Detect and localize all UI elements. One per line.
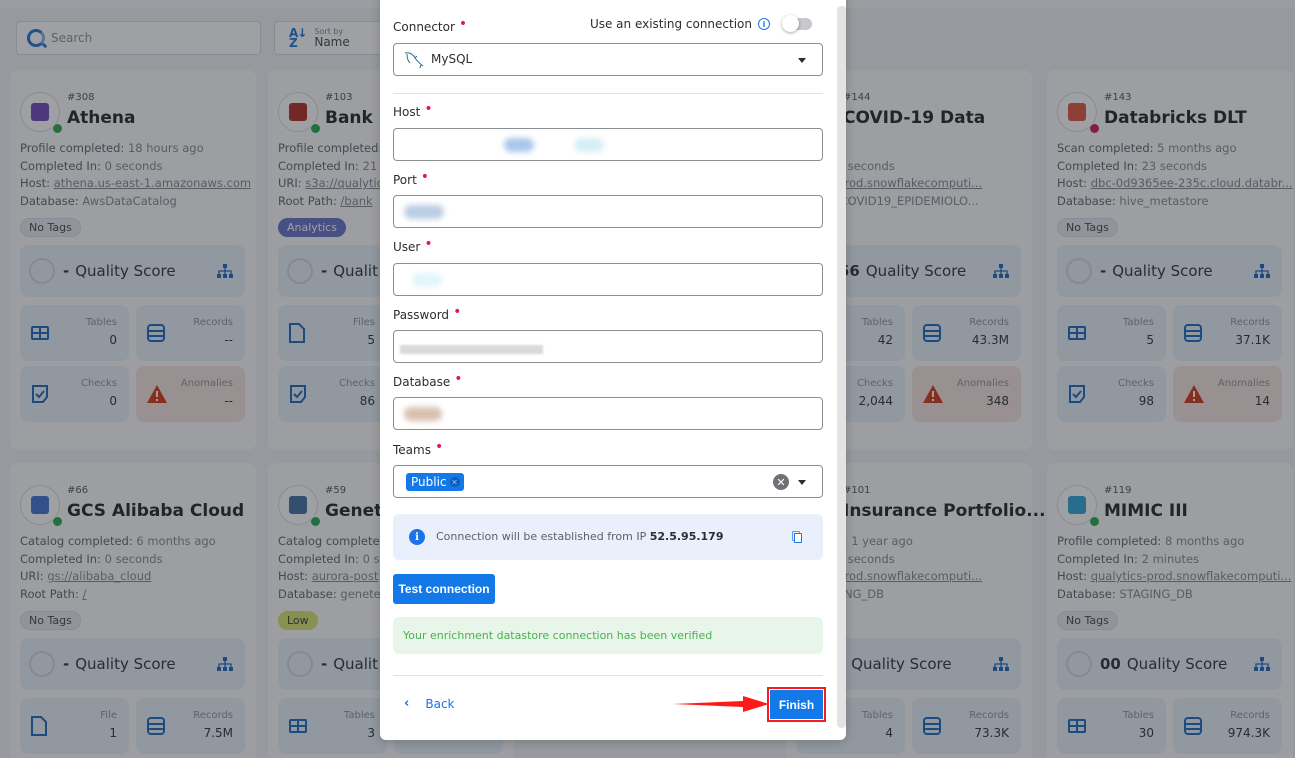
verified-alert: Your enrichment datastore connection has… [393,617,823,654]
back-label: Back [425,696,455,711]
database-input[interactable] [393,397,823,430]
database-label: Database • [393,371,463,389]
verified-message: Your enrichment datastore connection has… [403,629,713,642]
teams-multiselect[interactable]: Public ✕ ✕ [393,465,823,498]
team-chip-public: Public ✕ [406,473,464,491]
connector-value: MySQL [431,52,473,66]
password-label: Password • [393,304,462,322]
back-button[interactable]: ‹ Back [404,696,455,711]
redacted-value [404,407,442,421]
connector-select[interactable]: MySQL [393,43,823,76]
redacted-value [404,205,444,219]
info-icon: i [409,529,425,545]
required-marker: • [454,371,463,387]
remove-chip-icon[interactable]: ✕ [449,477,460,487]
footer-divider [393,675,823,676]
test-connection-button[interactable]: Test connection [393,574,495,604]
modal-scrollbar[interactable] [837,6,846,728]
team-chip-label: Public [411,475,447,489]
finish-highlight: Finish [767,687,826,722]
port-label: Port • [393,169,430,187]
host-label: Host • [393,101,433,119]
mysql-dolphin-icon [404,52,424,69]
redacted-value [412,273,442,287]
ip-info-banner: i Connection will be established from IP… [393,514,823,560]
existing-connection-toggle[interactable] [782,15,812,32]
connector-label: Connector • [393,16,468,34]
add-datastore-modal: Connector • Use an existing connection i … [380,0,846,740]
port-input[interactable] [393,195,823,228]
info-icon[interactable]: i [758,18,770,30]
finish-button[interactable]: Finish [770,690,823,719]
ip-info-text: Connection will be established from IP 5… [436,530,724,543]
required-marker: • [420,169,430,185]
teams-label: Teams • [393,439,444,457]
user-label: User • [393,236,433,254]
chevron-down-icon[interactable] [798,480,806,485]
existing-connection-label: Use an existing connection [589,17,752,31]
required-marker: • [424,101,433,117]
password-input[interactable] [393,330,823,363]
chevron-down-icon [798,58,806,63]
redacted-value [400,345,543,354]
existing-connection-row: Use an existing connection i [589,15,812,32]
user-input[interactable] [393,263,823,296]
required-marker: • [434,439,444,455]
host-input[interactable] [393,128,823,161]
required-marker: • [458,16,468,32]
copy-icon[interactable] [792,531,802,543]
redacted-value [574,138,604,152]
annotation-arrow-icon [673,696,769,712]
divider [393,93,823,94]
ip-address: 52.5.95.179 [649,530,724,543]
redacted-value [504,138,534,152]
required-marker: • [424,236,433,252]
chevron-left-icon: ‹ [404,696,410,711]
clear-all-icon[interactable]: ✕ [773,474,789,490]
required-marker: • [453,304,462,320]
